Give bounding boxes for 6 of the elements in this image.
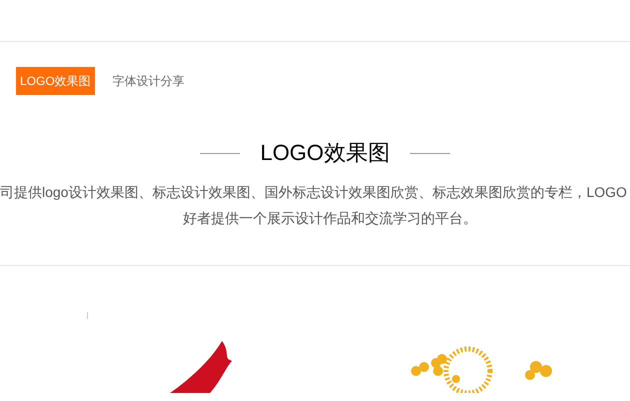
wing-logo	[170, 341, 232, 393]
section-description: 好者提供一个展示设计作品和交流学习的平台。	[182, 209, 477, 228]
section-description: 司提供logo设计效果图、标志设计效果图、国外标志设计效果图欣赏、标志效果图欣赏的专栏，LOGO	[0, 183, 627, 202]
section-title: LOGO效果图	[260, 139, 390, 167]
divider-mark-icon	[87, 312, 88, 319]
category-tab[interactable]: 字体设计分享	[112, 67, 185, 95]
